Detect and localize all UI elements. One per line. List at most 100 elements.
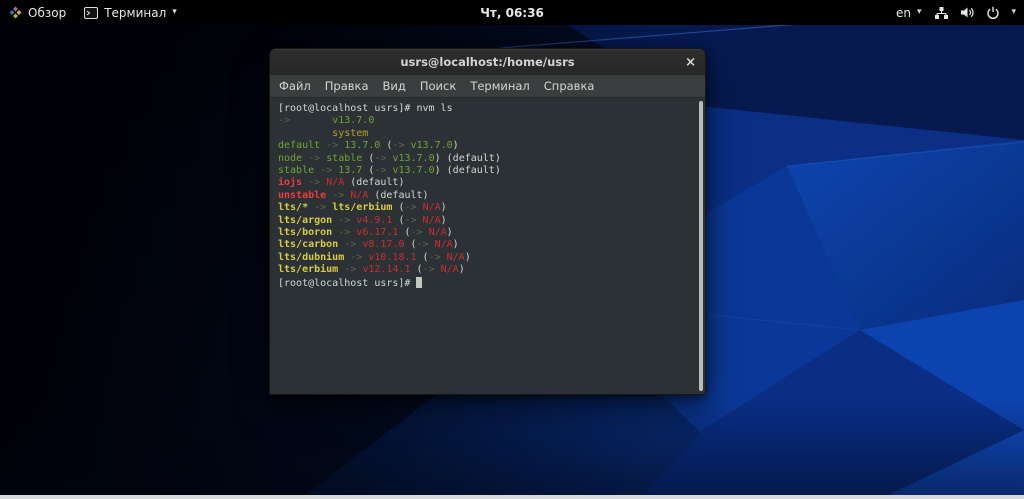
scrollbar[interactable]: [699, 101, 703, 391]
terminal-text-segment: (: [398, 227, 411, 239]
terminal-line: lts/* -> lts/erbium (-> N/A): [278, 202, 695, 214]
menu-item-0[interactable]: Файл: [272, 75, 318, 98]
terminal-output: [root@localhost usrs]# nvm ls -> v13.7.0 …: [278, 103, 695, 290]
power-icon: [986, 6, 1000, 20]
terminal-content[interactable]: [root@localhost usrs]# nvm ls -> v13.7.0 …: [270, 98, 705, 394]
system-menu[interactable]: ▾: [934, 0, 1016, 25]
terminal-text-segment: unstable: [278, 189, 327, 201]
terminal-text-segment: system: [278, 127, 369, 139]
terminal-line: default -> 13.7.0 (-> v13.7.0): [278, 140, 695, 152]
terminal-text-segment: stable: [326, 152, 363, 164]
keyboard-layout-indicator[interactable]: en ▾: [896, 0, 922, 25]
terminal-line: stable -> 13.7 (-> v13.7.0) (default): [278, 165, 695, 177]
terminal-text-segment: [root@localhost usrs]# nvm ls: [278, 103, 453, 114]
activities-label: Обзор: [28, 5, 67, 20]
terminal-text-segment: (: [362, 152, 375, 164]
terminal-text-segment: ->: [314, 202, 327, 214]
terminal-line: -> v13.7.0: [278, 115, 695, 127]
terminal-text-segment: v8.17.0: [362, 239, 405, 251]
terminal-text-segment: lts/argon: [278, 214, 333, 226]
terminal-text-segment: N/A: [326, 177, 345, 189]
terminal-text-segment: N/A: [428, 227, 447, 239]
menu-item-2[interactable]: Вид: [376, 75, 413, 98]
terminal-text-segment: ->: [308, 152, 321, 164]
keyboard-layout-label: en: [895, 5, 911, 20]
window-title: usrs@localhost:/home/usrs: [400, 55, 575, 69]
terminal-app-icon: [84, 6, 99, 19]
terminal-text-segment: [root@localhost usrs]#: [278, 277, 417, 289]
terminal-text-segment: ->: [338, 227, 351, 239]
terminal-text-segment: iojs: [278, 177, 303, 189]
chevron-down-icon: ▾: [172, 7, 177, 17]
terminal-text-segment: lts/dubnium: [278, 251, 345, 263]
menu-item-4[interactable]: Терминал: [463, 75, 536, 98]
terminal-text-segment: N/A: [440, 264, 459, 276]
terminal-text-segment: ->: [338, 214, 351, 226]
terminal-text-segment: ->: [404, 202, 417, 214]
menu-item-1[interactable]: Правка: [318, 75, 376, 98]
terminal-line: [root@localhost usrs]#: [278, 276, 695, 290]
terminal-text-segment: (default): [344, 177, 405, 189]
chevron-down-icon: ▾: [916, 7, 922, 17]
terminal-text-segment: v13.7.0: [392, 165, 435, 177]
terminal-text-segment: ->: [350, 251, 363, 263]
app-menu-terminal[interactable]: Терминал ▾: [84, 0, 177, 25]
terminal-text-segment: N/A: [434, 239, 453, 251]
close-button[interactable]: ×: [685, 49, 696, 75]
terminal-text-segment: ): [452, 239, 459, 251]
terminal-text-segment: ) (default): [434, 152, 501, 164]
terminal-text-segment: ): [440, 202, 447, 214]
terminal-text-segment: v13.7.0: [332, 115, 375, 127]
terminal-text-segment: ): [464, 251, 471, 263]
network-wired-icon: [934, 6, 949, 20]
terminal-text-segment: ->: [308, 177, 321, 189]
terminal-text-segment: N/A: [422, 214, 441, 226]
terminal-text-segment: ->: [392, 140, 405, 152]
terminal-text-segment: ->: [326, 140, 339, 152]
terminal-text-segment: ->: [344, 264, 357, 276]
terminal-text-segment: ->: [332, 189, 345, 201]
menu-item-5[interactable]: Справка: [537, 75, 602, 98]
terminal-text-segment: ): [458, 264, 465, 276]
terminal-text-segment: (: [362, 165, 375, 177]
top-bar: Обзор Терминал ▾ Чт, 06:36 en ▾ ▾: [0, 0, 1024, 25]
terminal-text-segment: ->: [320, 165, 333, 177]
terminal-text-segment: ->: [374, 165, 387, 177]
window-titlebar[interactable]: usrs@localhost:/home/usrs ×: [270, 49, 705, 75]
terminal-text-segment: (default): [368, 189, 429, 201]
terminal-text-segment: ->: [422, 264, 435, 276]
terminal-text-segment: v13.7.0: [410, 140, 453, 152]
terminal-text-segment: ->: [416, 239, 429, 251]
terminal-text-segment: ->: [344, 239, 357, 251]
terminal-text-segment: ) (default): [434, 165, 501, 177]
terminal-text-segment: default: [278, 140, 321, 152]
terminal-text-segment: v13.7.0: [392, 152, 435, 164]
terminal-text-segment: ): [440, 214, 447, 226]
terminal-text-segment: node: [278, 152, 303, 164]
window-menubar: Файл Правка Вид Поиск Терминал Справка: [270, 75, 705, 98]
terminal-text-segment: (: [410, 264, 423, 276]
terminal-text-segment: stable: [278, 165, 315, 177]
terminal-text-segment: v10.18.1: [368, 251, 417, 263]
terminal-text-segment: ->: [410, 227, 423, 239]
terminal-text-segment: 13.7: [338, 165, 363, 177]
app-menu-label: Терминал: [104, 5, 167, 20]
terminal-line: lts/boron -> v6.17.1 (-> N/A): [278, 227, 695, 239]
terminal-cursor: [416, 276, 423, 288]
terminal-text-segment: v4.9.1: [356, 214, 393, 226]
centos-logo-icon: [9, 6, 22, 19]
terminal-line: lts/dubnium -> v10.18.1 (-> N/A): [278, 252, 695, 264]
activities-button[interactable]: Обзор: [9, 0, 66, 25]
menu-item-3[interactable]: Поиск: [413, 75, 463, 98]
terminal-text-segment: ->: [428, 251, 441, 263]
terminal-line: system: [278, 128, 695, 140]
terminal-text-segment: lts/erbium: [278, 264, 339, 276]
terminal-text-segment: ->: [374, 152, 387, 164]
terminal-line: lts/argon -> v4.9.1 (-> N/A): [278, 215, 695, 227]
terminal-text-segment: (: [416, 251, 429, 263]
terminal-line: lts/erbium -> v12.14.1 (-> N/A): [278, 264, 695, 276]
terminal-text-segment: N/A: [350, 189, 369, 201]
terminal-text-segment: lts/carbon: [278, 239, 339, 251]
terminal-line: lts/carbon -> v8.17.0 (-> N/A): [278, 239, 695, 251]
